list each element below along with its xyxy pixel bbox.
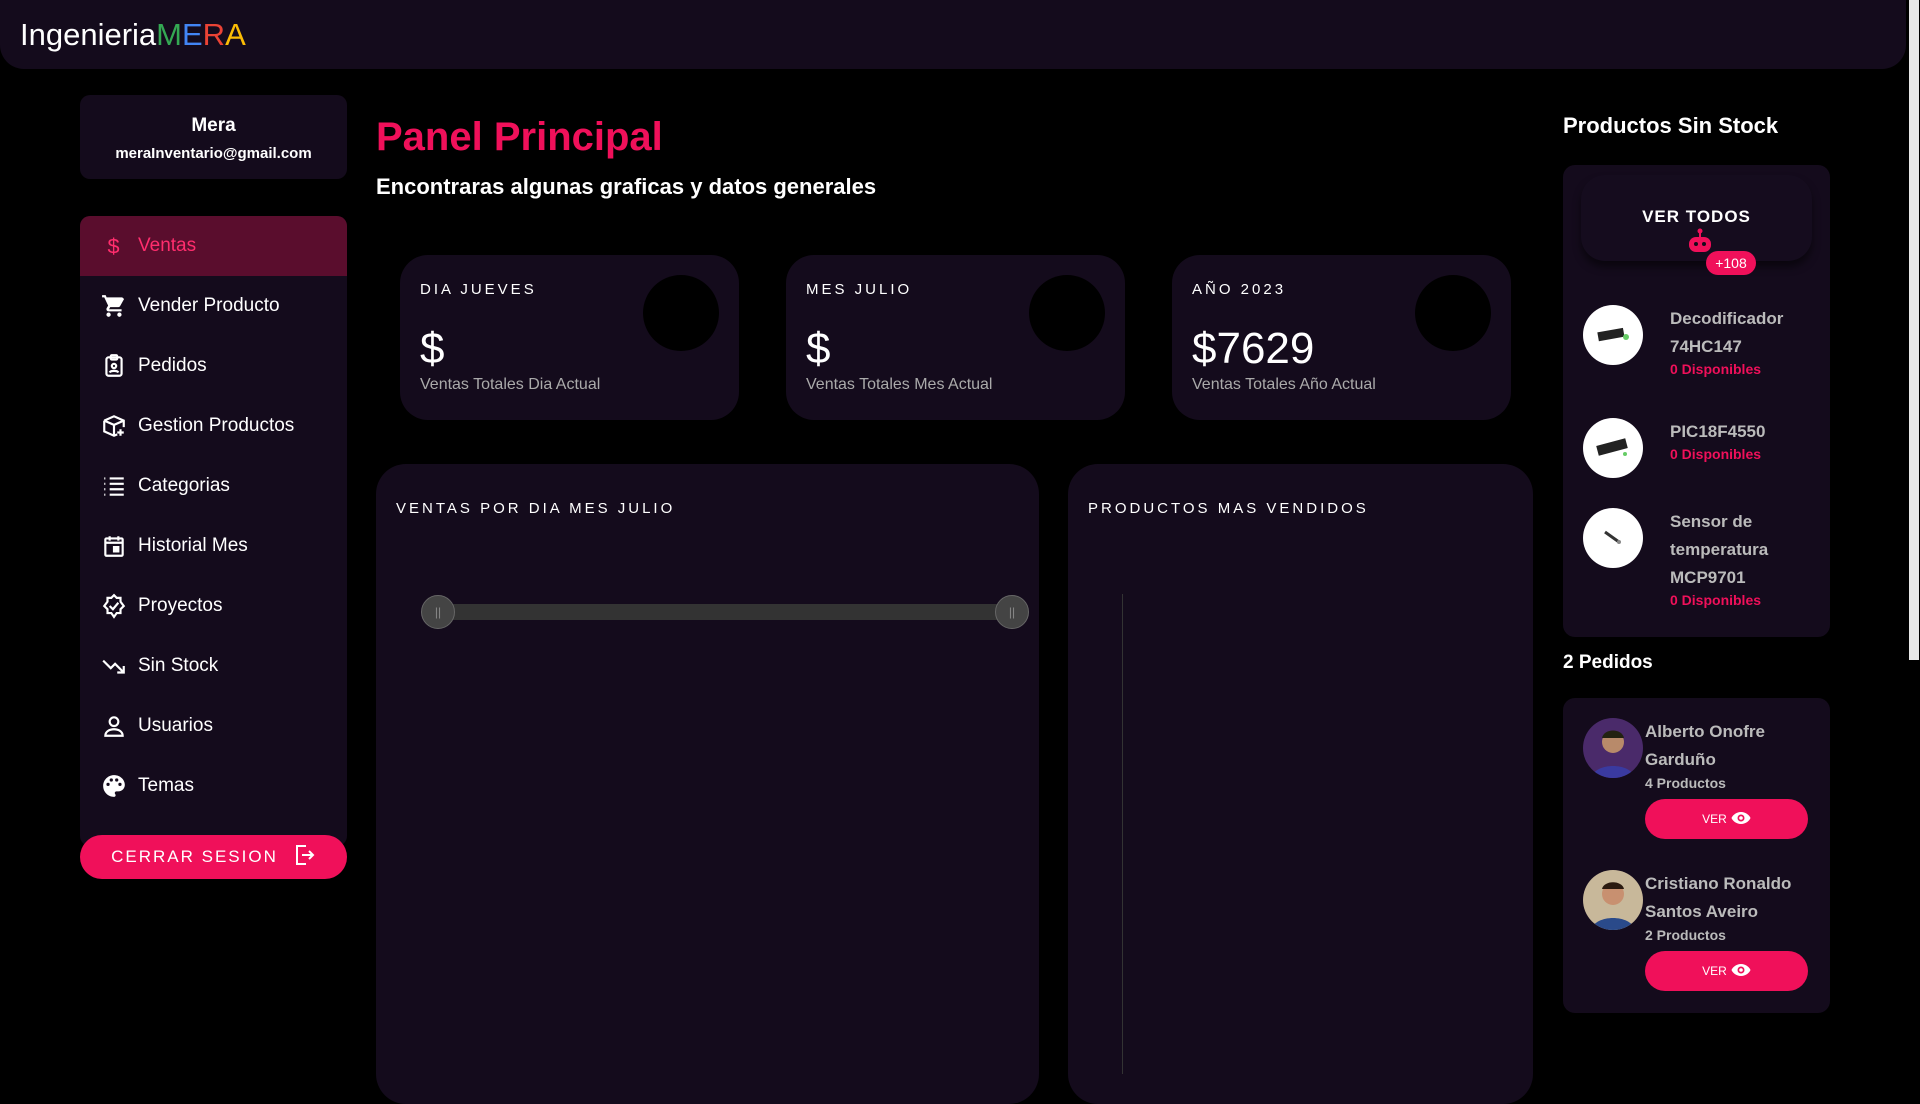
product-thumbnail — [1583, 418, 1643, 478]
view-order-label: VER — [1702, 812, 1727, 826]
stat-caption: Ventas Totales Dia Actual — [420, 376, 601, 393]
sidebar-item-ventas[interactable]: $ Ventas — [80, 216, 347, 276]
order-item: Alberto Onofre Garduño 4 Productos VER — [1583, 718, 1813, 839]
sidebar-item-usuarios[interactable]: Usuarios — [80, 696, 347, 756]
calendar-icon — [100, 532, 128, 560]
robot-icon — [1686, 228, 1714, 254]
order-item: Cristiano Ronaldo Santos Aveiro 2 Produc… — [1583, 870, 1813, 991]
sidebar-item-label: Pedidos — [138, 355, 207, 376]
sidebar-item-label: Usuarios — [138, 715, 213, 736]
sidebar-item-historial-mes[interactable]: Historial Mes — [80, 516, 347, 576]
nostock-product[interactable]: PIC18F4550 0 Disponibles — [1583, 418, 1823, 478]
range-slider-handle-end[interactable]: || — [995, 595, 1029, 629]
sidebar-item-sin-stock[interactable]: Sin Stock — [80, 636, 347, 696]
sidebar-item-label: Proyectos — [138, 595, 223, 616]
view-order-button[interactable]: VER — [1645, 951, 1808, 991]
nostock-count-badge: +108 — [1706, 251, 1756, 275]
logout-button[interactable]: CERRAR SESION — [80, 835, 347, 879]
view-order-button[interactable]: VER — [1645, 799, 1808, 839]
avatar — [1583, 718, 1643, 778]
stat-card-day: DIA JUEVES $ Ventas Totales Dia Actual — [400, 255, 739, 420]
chart-title: VENTAS POR DIA MES JULIO — [396, 500, 676, 517]
nostock-product[interactable]: Decodificador 74HC147 0 Disponibles — [1583, 305, 1823, 377]
svg-text:$: $ — [108, 234, 120, 259]
avatar — [1583, 870, 1643, 930]
stat-card-year: AÑO 2023 $7629 Ventas Totales Año Actual — [1172, 255, 1511, 420]
product-thumbnail — [1583, 305, 1643, 365]
order-product-count: 4 Productos — [1645, 775, 1726, 791]
brand-letter-e: E — [181, 16, 203, 52]
box-add-icon — [100, 412, 128, 440]
sidebar-item-label: Gestion Productos — [138, 415, 295, 436]
sidebar-item-label: Ventas — [138, 235, 197, 256]
sidebar-item-label: Historial Mes — [138, 535, 248, 556]
chart-productos-mas-vendidos: PRODUCTOS MAS VENDIDOS — [1068, 464, 1533, 1104]
chart-axis-line — [1122, 594, 1123, 1074]
brand-letter-a: A — [225, 16, 246, 52]
range-slider-track[interactable] — [424, 604, 1004, 620]
product-availability: 0 Disponibles — [1670, 361, 1762, 377]
clipboard-person-icon — [100, 352, 128, 380]
page-title: Panel Principal — [376, 115, 663, 159]
eye-icon — [1731, 963, 1751, 980]
profile-name: Mera — [191, 115, 236, 136]
scrollbar-thumb[interactable] — [1909, 0, 1919, 660]
sidebar-item-temas[interactable]: Temas — [80, 756, 347, 816]
nostock-product[interactable]: Sensor de temperatura MCP9701 0 Disponib… — [1583, 508, 1823, 608]
logout-icon — [292, 843, 316, 872]
person-icon — [100, 712, 128, 740]
order-customer-name: Cristiano Ronaldo Santos Aveiro — [1645, 874, 1792, 921]
order-customer-name: Alberto Onofre Garduño — [1645, 722, 1765, 769]
sidebar-item-proyectos[interactable]: Proyectos — [80, 576, 347, 636]
sidebar-item-categorias[interactable]: Categorias — [80, 456, 347, 516]
chart-ventas-por-dia: VENTAS POR DIA MES JULIO || || — [376, 464, 1039, 1104]
sidebar-item-pedidos[interactable]: Pedidos — [80, 336, 347, 396]
product-name: Sensor de temperatura MCP9701 — [1670, 512, 1769, 587]
stat-icon-circle — [1415, 275, 1491, 351]
cart-icon — [100, 292, 128, 320]
product-thumbnail — [1583, 508, 1643, 568]
sidebar-item-label: Vender Producto — [138, 295, 280, 316]
brand-letter-m: M — [156, 16, 182, 52]
sidebar-item-gestion-productos[interactable]: Gestion Productos — [80, 396, 347, 456]
stat-card-month: MES JULIO $ Ventas Totales Mes Actual — [786, 255, 1125, 420]
dollar-icon: $ — [100, 232, 128, 260]
stat-caption: Ventas Totales Mes Actual — [806, 376, 993, 393]
brand-logo[interactable]: IngenieriaMERA — [20, 17, 246, 53]
user-profile-card: Mera meraInventario@gmail.com — [80, 95, 347, 179]
logout-label: CERRAR SESION — [111, 847, 278, 866]
product-availability: 0 Disponibles — [1670, 446, 1762, 462]
orders-title: 2 Pedidos — [1563, 652, 1653, 673]
sidebar-item-label: Sin Stock — [138, 655, 219, 676]
brand-letter-r: R — [202, 16, 226, 52]
product-name: PIC18F4550 — [1670, 422, 1766, 441]
top-bar: IngenieriaMERA — [0, 0, 1906, 69]
view-order-label: VER — [1702, 964, 1727, 978]
eye-icon — [1731, 811, 1751, 828]
stat-caption: Ventas Totales Año Actual — [1192, 376, 1376, 393]
verified-icon — [100, 592, 128, 620]
sidebar-item-label: Temas — [138, 775, 194, 796]
product-availability: 0 Disponibles — [1670, 592, 1762, 608]
sidebar-item-vender-producto[interactable]: Vender Producto — [80, 276, 347, 336]
sidebar-menu: $ Ventas Vender Producto Pedidos Gestion… — [80, 216, 347, 846]
stat-icon-circle — [1029, 275, 1105, 351]
stat-icon-circle — [643, 275, 719, 351]
palette-icon — [100, 772, 128, 800]
chart-title: PRODUCTOS MAS VENDIDOS — [1088, 500, 1369, 517]
sidebar-item-label: Categorias — [138, 475, 230, 496]
scrollbar[interactable] — [1908, 0, 1920, 1080]
order-product-count: 2 Productos — [1645, 927, 1726, 943]
trending-down-icon — [100, 652, 128, 680]
nostock-title: Productos Sin Stock — [1563, 113, 1779, 138]
range-slider-handle-start[interactable]: || — [421, 595, 455, 629]
brand-prefix: Ingenieria — [20, 16, 157, 52]
list-icon — [100, 472, 128, 500]
page-subtitle: Encontraras algunas graficas y datos gen… — [376, 174, 877, 199]
profile-email: meraInventario@gmail.com — [115, 145, 312, 162]
product-name: Decodificador 74HC147 — [1670, 309, 1784, 356]
